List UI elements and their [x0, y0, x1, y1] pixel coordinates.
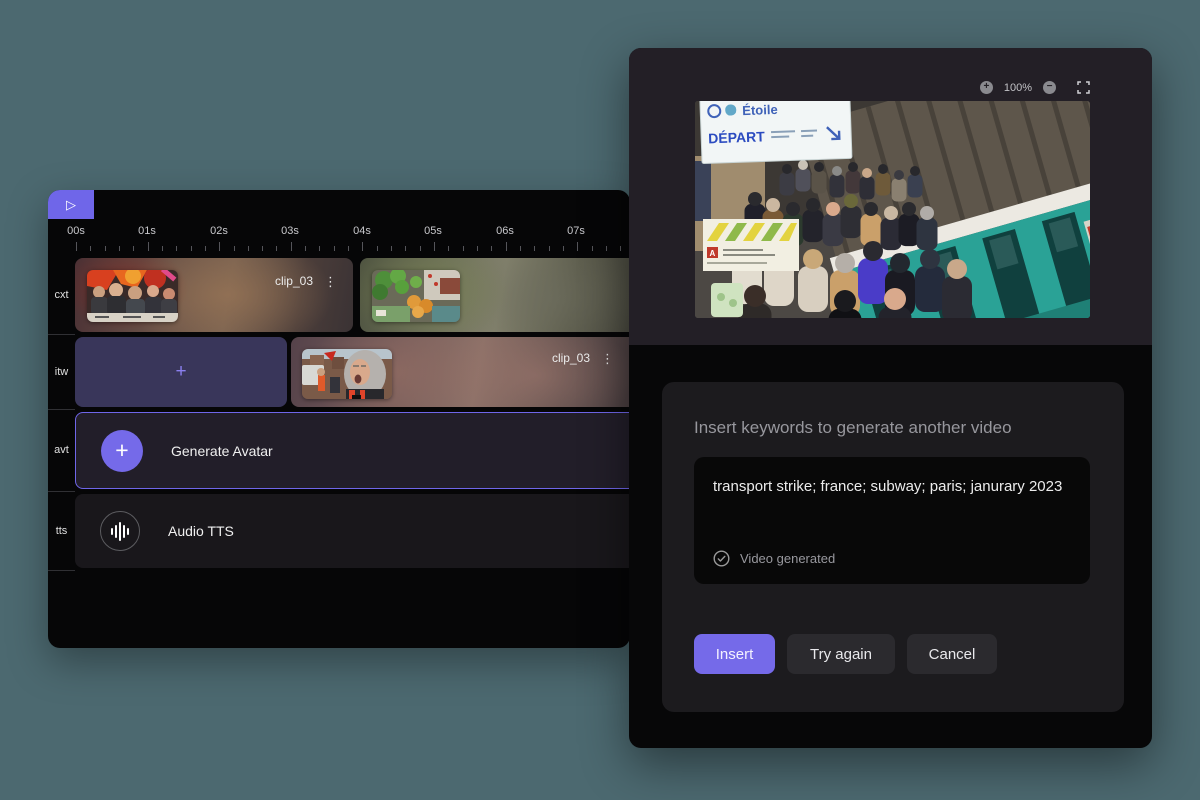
svg-text:DÉPART: DÉPART: [708, 128, 765, 146]
fullscreen-button[interactable]: [1077, 81, 1090, 94]
generate-avatar-row[interactable]: + Generate Avatar: [75, 412, 630, 489]
svg-text:A: A: [710, 249, 716, 258]
works-sign: A: [703, 219, 799, 271]
check-circle-icon: [713, 550, 730, 567]
preview-video-frame[interactable]: Étoile DÉPART: [695, 101, 1090, 318]
zoom-in-button[interactable]: +: [980, 81, 993, 94]
insert-button[interactable]: Insert: [694, 634, 775, 674]
zoom-toolbar: + 100% −: [980, 81, 1090, 94]
keywords-value: transport strike; france; subway; paris;…: [694, 457, 1090, 497]
cancel-button[interactable]: Cancel: [907, 634, 997, 674]
clip-menu-kebab-icon[interactable]: ⋮: [322, 275, 339, 288]
audio-waveform-icon: [100, 511, 140, 551]
departure-sign: Étoile DÉPART: [700, 101, 852, 164]
clip-thumbnail-protest: [87, 270, 178, 322]
track-divider: [48, 491, 75, 492]
generate-avatar-label: Generate Avatar: [171, 443, 273, 459]
preview-section: + 100% −: [629, 48, 1152, 345]
track-label-cxt: cxt: [48, 289, 75, 301]
generator-actions: Insert Try again Cancel: [694, 634, 997, 674]
clip-thumbnail-interview: [302, 349, 392, 399]
ruler-label: 00s: [67, 225, 85, 237]
clip-label: clip_03: [275, 274, 313, 288]
ruler-label: 01s: [138, 225, 156, 237]
generation-status: Video generated: [713, 550, 835, 567]
track-divider: [48, 570, 75, 571]
zoom-level: 100%: [1004, 82, 1032, 94]
ruler-label: 06s: [496, 225, 514, 237]
track-label-itw: itw: [48, 366, 75, 378]
svg-text:Étoile: Étoile: [742, 102, 778, 118]
timeline-add-clip-slot[interactable]: +: [75, 337, 287, 407]
preview-panel: + 100% −: [629, 48, 1152, 748]
ruler-label: 07s: [567, 225, 585, 237]
clip-menu-kebab-icon[interactable]: ⋮: [599, 352, 616, 365]
ruler-label: 05s: [424, 225, 442, 237]
generator-title: Insert keywords to generate another vide…: [694, 418, 1124, 438]
ruler-label: 03s: [281, 225, 299, 237]
zoom-in-icon: +: [983, 81, 989, 92]
play-button[interactable]: ▷: [48, 190, 94, 219]
timeline-ruler[interactable]: 00s 01s 02s 03s 04s 05s 06s 07s: [48, 219, 630, 253]
clip-label: clip_03: [552, 351, 590, 365]
track-label-avt: avt: [48, 444, 75, 456]
zoom-out-icon: −: [1047, 81, 1053, 92]
timeline-clip-context-2[interactable]: [360, 258, 630, 332]
track-label-tts: tts: [48, 525, 75, 537]
audio-tts-label: Audio TTS: [168, 523, 234, 539]
timeline-panel: ▷ 00s 01s 02s 03s 04s 05s 06s 07s cxt it…: [48, 190, 630, 648]
fullscreen-icon: [1077, 81, 1090, 94]
zoom-out-button[interactable]: −: [1043, 81, 1056, 94]
audio-tts-row[interactable]: Audio TTS: [75, 494, 630, 568]
timeline-clip-interview[interactable]: clip_03 ⋮: [291, 337, 630, 407]
plus-icon: +: [115, 437, 128, 464]
ruler-label: 04s: [353, 225, 371, 237]
timeline-clip-context-1[interactable]: clip_03 ⋮: [75, 258, 353, 332]
generator-card: Insert keywords to generate another vide…: [662, 382, 1124, 712]
try-again-button[interactable]: Try again: [787, 634, 895, 674]
play-icon: ▷: [66, 197, 76, 213]
track-divider: [48, 334, 75, 335]
clip-thumbnail-market: [372, 270, 460, 322]
generate-avatar-plus-icon[interactable]: +: [101, 430, 143, 472]
keywords-input[interactable]: transport strike; france; subway; paris;…: [694, 457, 1090, 584]
track-divider: [48, 409, 75, 410]
add-clip-icon: +: [175, 361, 186, 383]
ruler-label: 02s: [210, 225, 228, 237]
status-text: Video generated: [740, 551, 835, 566]
